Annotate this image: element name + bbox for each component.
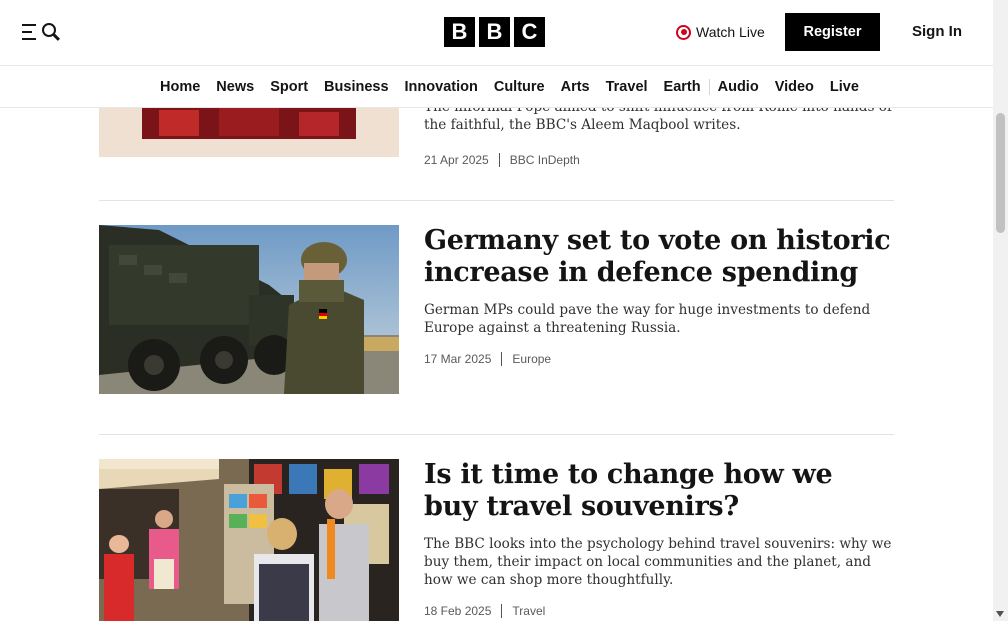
article-summary: The BBC looks into the psychology behind… <box>424 536 892 588</box>
nav-item-innovation[interactable]: Innovation <box>397 79 486 95</box>
article-tag[interactable]: Travel <box>501 604 545 618</box>
article-date: 18 Feb 2025 <box>424 604 492 618</box>
nav-item-video[interactable]: Video <box>767 79 822 95</box>
nav-item-arts[interactable]: Arts <box>553 79 598 95</box>
article-card[interactable]: Germany set to vote on historic increase… <box>99 225 894 395</box>
watch-live-link[interactable]: Watch Live <box>676 24 765 40</box>
nav-item-live[interactable]: Live <box>822 79 867 95</box>
nav-item-news[interactable]: News <box>208 79 262 95</box>
nav-item-sport[interactable]: Sport <box>262 79 316 95</box>
sign-in-button[interactable]: Sign In <box>912 23 962 40</box>
logo-letter: C <box>514 17 545 47</box>
article-text: Is it time to change how we buy travel s… <box>424 459 894 618</box>
article-date: 21 Apr 2025 <box>424 153 489 167</box>
logo-letter: B <box>479 17 510 47</box>
article-card[interactable]: Is it time to change how we buy travel s… <box>99 459 894 621</box>
nav-item-audio[interactable]: Audio <box>708 79 767 95</box>
divider <box>99 200 894 201</box>
article-text: The informal Pope aimed to shift influen… <box>424 98 894 167</box>
article-meta: 21 Apr 2025 BBC InDepth <box>424 153 894 167</box>
menu-search-button[interactable] <box>22 22 62 44</box>
bbc-logo[interactable]: B B C <box>444 17 545 47</box>
top-bar: B B C Watch Live Register Sign In <box>0 0 993 66</box>
article-text: Germany set to vote on historic increase… <box>424 225 894 366</box>
nav-item-travel[interactable]: Travel <box>598 79 656 95</box>
search-icon <box>42 23 56 37</box>
article-tag[interactable]: Europe <box>501 352 551 366</box>
watch-live-label: Watch Live <box>696 24 765 40</box>
article-meta: 17 Mar 2025 Europe <box>424 352 894 366</box>
article-headline[interactable]: Is it time to change how we buy travel s… <box>424 459 894 523</box>
nav-item-earth[interactable]: Earth <box>656 79 709 95</box>
main-navigation: Home News Sport Business Innovation Cult… <box>0 66 993 108</box>
nav-item-culture[interactable]: Culture <box>486 79 553 95</box>
live-icon <box>676 24 691 40</box>
souvenir-shop-tourists-image[interactable] <box>99 459 399 621</box>
article-tag[interactable]: BBC InDepth <box>498 153 580 167</box>
nav-item-home[interactable]: Home <box>152 79 208 95</box>
article-summary: German MPs could pave the way for huge i… <box>424 302 871 336</box>
scroll-down-icon[interactable] <box>996 611 1004 617</box>
soldier-military-vehicle-image[interactable] <box>99 225 399 394</box>
page-scrollbar[interactable] <box>993 0 1008 621</box>
divider <box>99 434 894 435</box>
article-meta: 18 Feb 2025 Travel <box>424 604 894 618</box>
logo-letter: B <box>444 17 475 47</box>
menu-icon <box>22 24 36 45</box>
register-button[interactable]: Register <box>785 13 880 51</box>
nav-item-business[interactable]: Business <box>316 79 396 95</box>
scrollbar-thumb[interactable] <box>996 113 1005 233</box>
article-date: 17 Mar 2025 <box>424 352 492 366</box>
article-headline[interactable]: Germany set to vote on historic increase… <box>424 225 894 289</box>
